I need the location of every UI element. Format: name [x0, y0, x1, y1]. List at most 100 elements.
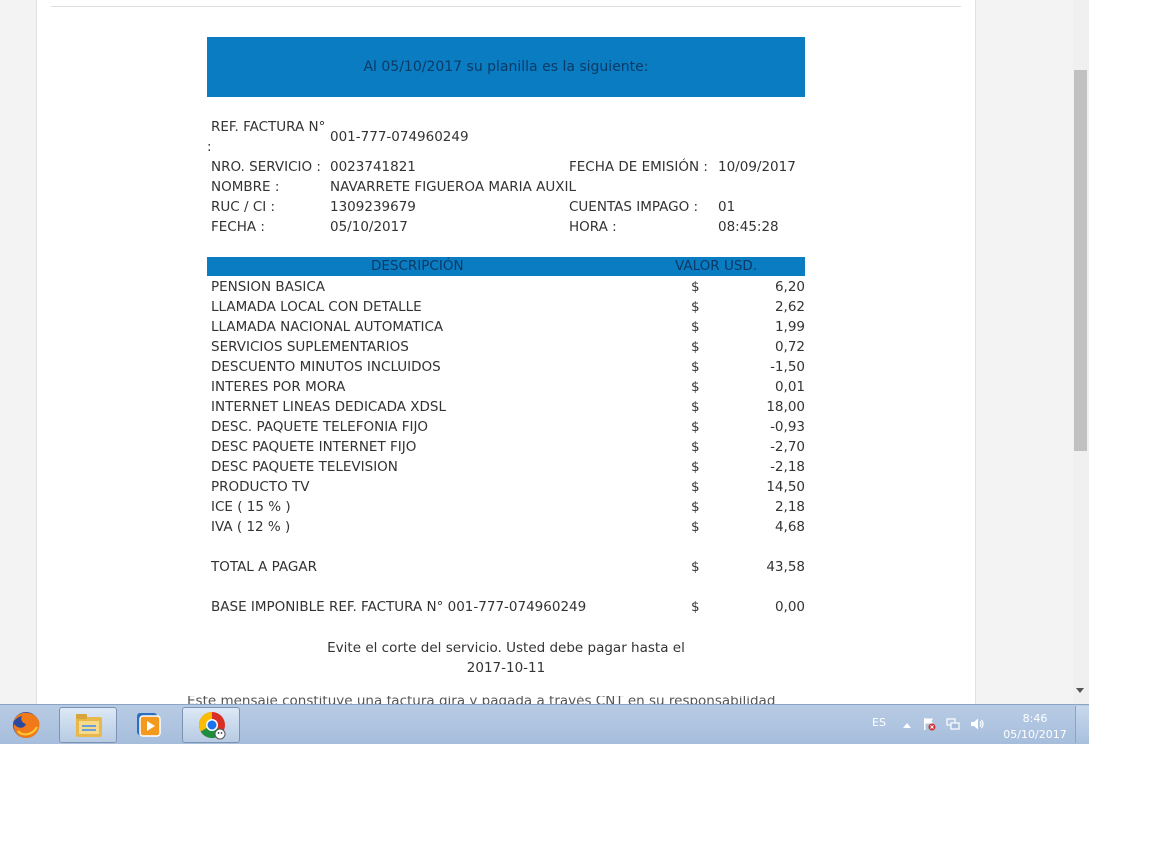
chrome-icon [198, 711, 226, 740]
taskbar-file-explorer[interactable] [59, 707, 117, 743]
payment-due-date: 2017-10-11 [466, 660, 546, 676]
firefox-icon [13, 712, 40, 738]
table-row: PRODUCTO TV $14,50 [207, 477, 805, 497]
cuentas-impago-value: 01 [718, 199, 736, 215]
divider [51, 6, 961, 7]
row-description: DESCUENTO MINUTOS INCLUIDOS [211, 359, 441, 375]
row-description: DESC. PAQUETE TELEFONIA FIJO [211, 419, 429, 435]
row-description: LLAMADA LOCAL CON DETALLE [211, 299, 422, 315]
row-value: 0,72 [774, 339, 805, 355]
ref-factura-colon: : [207, 139, 212, 155]
row-description: DESC PAQUETE INTERNET FIJO [211, 439, 417, 455]
row-description: LLAMADA NACIONAL AUTOMATICA [211, 319, 444, 335]
base-imponible-row: BASE IMPONIBLE REF. FACTURA N° 001-777-0… [207, 597, 805, 617]
nombre-value: NAVARRETE FIGUEROA MARIA AUXIL [330, 179, 576, 195]
row-currency: $ [691, 319, 700, 335]
table-row: LLAMADA LOCAL CON DETALLE $2,62 [207, 297, 805, 317]
media-player-icon [137, 713, 161, 737]
ruc-label: RUC / CI : [211, 199, 276, 215]
payment-notice: Evite el corte del servicio. Usted debe … [307, 638, 705, 678]
table-row: INTERNET LINEAS DEDICADA XDSL $18,00 [207, 397, 805, 417]
row-currency: $ [691, 419, 700, 435]
row-value: -1,50 [770, 359, 805, 375]
table-row: PENSION BASICA $6,20 [207, 277, 805, 297]
file-explorer-icon [76, 714, 102, 737]
base-imponible-label: BASE IMPONIBLE REF. FACTURA N° 001-777-0… [211, 599, 587, 615]
table-row: SERVICIOS SUPLEMENTARIOS $0,72 [207, 337, 805, 357]
scrollbar-thumb[interactable] [1074, 70, 1087, 451]
row-currency: $ [691, 399, 700, 415]
base-imponible-currency: $ [691, 599, 700, 615]
taskbar-firefox[interactable] [0, 707, 58, 743]
row-currency: $ [691, 299, 700, 315]
invoice-page: Al 05/10/2017 su planilla es la siguient… [36, 0, 976, 704]
volume-icon[interactable] [970, 717, 984, 731]
total-label: TOTAL A PAGAR [211, 559, 317, 575]
row-description: DESC PAQUETE TELEVISION [211, 459, 398, 475]
show-desktop-button[interactable] [1075, 706, 1089, 743]
row-currency: $ [691, 339, 700, 355]
table-row: ICE ( 15 % ) $2,18 [207, 497, 805, 517]
scroll-down-arrow-icon[interactable] [1076, 688, 1084, 693]
action-center-flag-icon[interactable] [922, 717, 936, 731]
table-row: DESC PAQUETE TELEVISION $ -2,18 [207, 457, 805, 477]
total-value: 43,58 [766, 559, 805, 575]
fecha-emision-value: 10/09/2017 [718, 159, 796, 175]
row-description: IVA ( 12 % ) [211, 519, 291, 535]
clock-time[interactable]: 8:46 [1010, 712, 1060, 725]
ref-factura-label: REF. FACTURA N° [211, 119, 326, 135]
nro-servicio-value: 0023741821 [330, 159, 416, 175]
table-row: DESC. PAQUETE TELEFONIA FIJO $ -0,93 [207, 417, 805, 437]
language-indicator[interactable]: ES [872, 716, 886, 729]
payment-notice-text: Evite el corte del servicio. Usted debe … [327, 640, 685, 656]
row-value: 14,50 [766, 479, 805, 495]
row-value: 4,68 [774, 519, 805, 535]
table-row: DESCUENTO MINUTOS INCLUIDOS $ -1,50 [207, 357, 805, 377]
vertical-scrollbar[interactable] [1073, 0, 1089, 704]
total-row: TOTAL A PAGAR $43,58 [207, 557, 805, 577]
total-currency: $ [691, 559, 700, 575]
row-currency: $ [691, 279, 700, 295]
row-description: INTERNET LINEAS DEDICADA XDSL [211, 399, 447, 415]
row-value: 2,18 [774, 499, 805, 515]
row-value: -2,70 [770, 439, 805, 455]
row-value: 1,99 [774, 319, 805, 335]
ruc-value: 1309239679 [330, 199, 416, 215]
nro-servicio-label: NRO. SERVICIO : [211, 159, 321, 175]
table-row: IVA ( 12 % ) $4,68 [207, 517, 805, 537]
row-currency: $ [691, 499, 700, 515]
row-currency: $ [691, 459, 700, 475]
row-description: ICE ( 15 % ) [211, 499, 291, 515]
row-description: PRODUCTO TV [211, 479, 310, 495]
row-value: -0,93 [770, 419, 805, 435]
row-currency: $ [691, 479, 700, 495]
row-value: 2,62 [774, 299, 805, 315]
row-value: 6,20 [774, 279, 805, 295]
taskbar: ES 8:46 05/10/2017 [0, 704, 1089, 744]
clock-date[interactable]: 05/10/2017 [998, 728, 1072, 741]
browser-viewport: Al 05/10/2017 su planilla es la siguient… [0, 0, 1089, 704]
nombre-label: NOMBRE : [211, 179, 280, 195]
row-description: INTERES POR MORA [211, 379, 346, 395]
taskbar-chrome[interactable] [182, 707, 240, 743]
row-currency: $ [691, 379, 700, 395]
row-value: 0,01 [774, 379, 805, 395]
base-imponible-value: 0,00 [774, 599, 805, 615]
row-currency: $ [691, 519, 700, 535]
ref-factura-value: 001-777-074960249 [330, 129, 469, 145]
row-description: PENSION BASICA [211, 279, 326, 295]
footer-text-cut: Este mensaje constituye una factura gira… [187, 696, 776, 704]
show-hidden-icons-icon[interactable] [903, 723, 911, 728]
cuentas-impago-label: CUENTAS IMPAGO : [569, 199, 699, 215]
table-row: INTERES POR MORA $0,01 [207, 377, 805, 397]
row-description: SERVICIOS SUPLEMENTARIOS [211, 339, 409, 355]
hora-value: 08:45:28 [718, 219, 779, 235]
hora-label: HORA : [569, 219, 617, 235]
row-value: 18,00 [766, 399, 805, 415]
taskbar-media-player[interactable] [120, 707, 178, 743]
network-icon[interactable] [946, 717, 960, 731]
column-header-value: VALOR USD. [675, 258, 758, 274]
row-currency: $ [691, 439, 700, 455]
row-currency: $ [691, 359, 700, 375]
invoice-banner: Al 05/10/2017 su planilla es la siguient… [207, 37, 805, 97]
